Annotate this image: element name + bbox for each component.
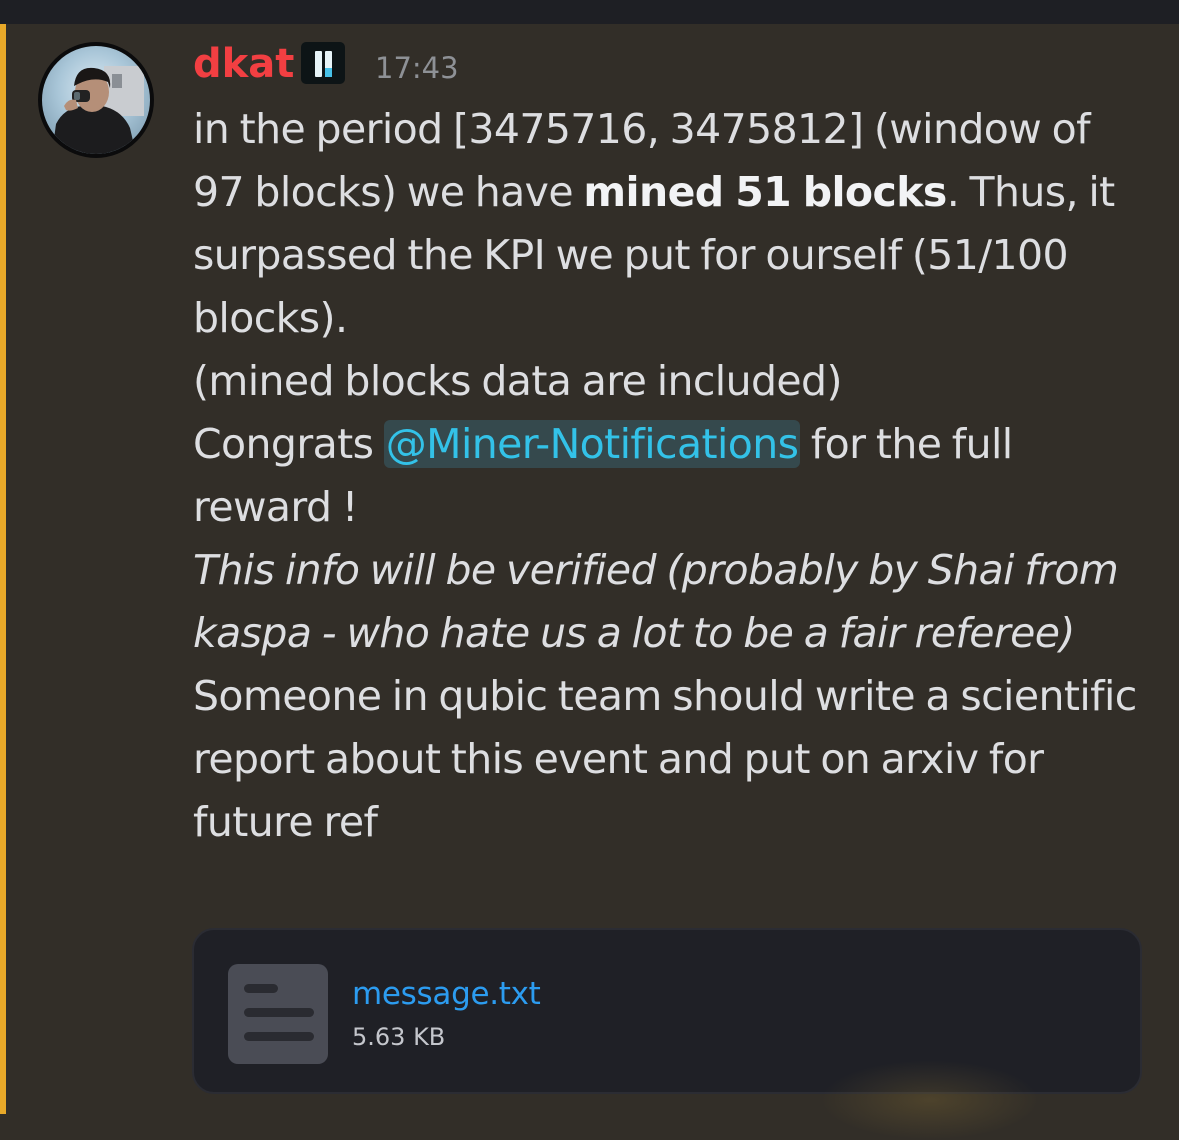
message-paragraph-1: in the period [3475716, 3475812] (window…	[193, 105, 1115, 342]
avatar[interactable]	[38, 42, 154, 158]
file-name-link[interactable]: message.txt	[352, 974, 541, 1014]
text-file-icon	[228, 964, 328, 1064]
message-paragraph-3: Congrats @Miner-Notifications for the fu…	[193, 420, 1013, 531]
role-badge-icon	[301, 42, 345, 84]
bold-text: mined 51 blocks	[583, 168, 947, 216]
message-paragraph-italic: This info will be verified (probably by …	[193, 546, 1119, 657]
message-paragraph-4: Someone in qubic team should write a sci…	[193, 672, 1137, 846]
username[interactable]: dkat	[193, 38, 294, 90]
message-content: in the period [3475716, 3475812] (window…	[193, 98, 1143, 854]
user-mention[interactable]: @Miner-Notifications	[383, 420, 801, 468]
highlight-accent-bar	[0, 24, 6, 1114]
timestamp: 17:43	[375, 51, 459, 85]
top-bar	[0, 0, 1179, 24]
message-paragraph-2: (mined blocks data are included)	[193, 357, 842, 405]
file-size: 5.63 KB	[352, 1023, 446, 1051]
background-glow	[820, 1060, 1040, 1140]
